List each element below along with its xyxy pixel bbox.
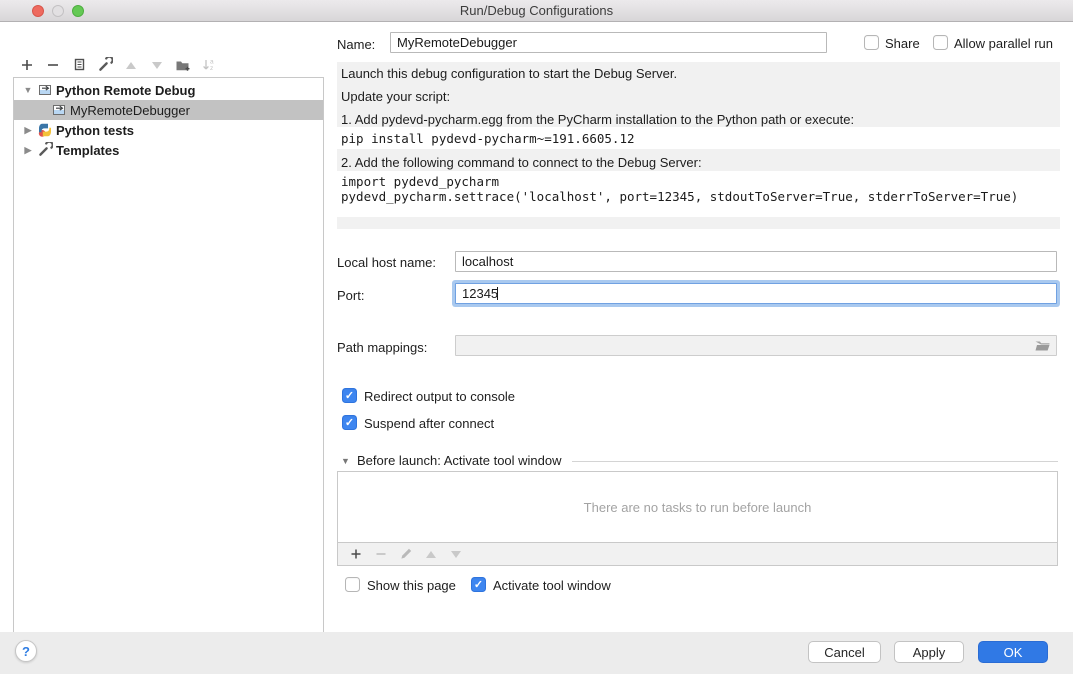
- add-icon: [19, 57, 35, 73]
- edit-wrench-icon: [97, 57, 113, 73]
- configurations-toolbar: az: [14, 53, 222, 77]
- svg-text:z: z: [210, 65, 213, 72]
- before-launch-collapse-icon[interactable]: ▼: [341, 456, 350, 466]
- tree-item-python-tests[interactable]: ▶ Python tests: [14, 120, 323, 140]
- create-folder-button[interactable]: [170, 54, 196, 76]
- browse-folder-button[interactable]: [1034, 338, 1051, 358]
- chevron-down-icon[interactable]: ▼: [20, 85, 36, 95]
- name-input[interactable]: [390, 32, 827, 53]
- task-down-icon: [451, 551, 461, 558]
- tree-item-python-remote-debug[interactable]: ▼ Python Remote Debug: [14, 80, 323, 100]
- tree-item-templates[interactable]: ▶ Templates: [14, 140, 323, 160]
- open-folder-icon: [1034, 340, 1051, 357]
- task-up-button[interactable]: [418, 544, 443, 564]
- tree-item-myremotedebugger[interactable]: MyRemoteDebugger: [14, 100, 323, 120]
- wrench-icon: [36, 142, 54, 158]
- apply-button[interactable]: Apply: [894, 641, 964, 663]
- move-down-icon: [152, 62, 162, 69]
- cancel-button-label: Cancel: [824, 645, 864, 660]
- before-launch-title: Before launch: Activate tool window: [357, 453, 562, 468]
- dialog-footer: ? Cancel Apply OK: [0, 632, 1073, 674]
- edit-task-icon: [399, 547, 413, 561]
- configurations-tree: ▼ Python Remote Debug MyRemoteDebugger ▶…: [13, 77, 324, 650]
- instruction-line: Launch this debug configuration to start…: [341, 66, 677, 81]
- check-icon: ✓: [345, 416, 354, 429]
- section-divider: [572, 461, 1058, 462]
- sort-icon: az: [201, 57, 217, 73]
- add-task-button[interactable]: [343, 544, 368, 564]
- tree-item-label: Templates: [56, 143, 119, 158]
- activate-tool-window-label: Activate tool window: [493, 578, 611, 593]
- dialog-body: az ▼ Python Remote Debug MyRemoteDebugge…: [0, 22, 1073, 632]
- copy-icon: [71, 57, 87, 73]
- instruction-line: Update your script:: [341, 89, 450, 104]
- sort-configurations-button[interactable]: az: [196, 54, 222, 76]
- code-text: pydevd_pycharm.settrace('localhost', por…: [337, 189, 1060, 204]
- code-text: import pydevd_pycharm: [337, 174, 1060, 189]
- run-config-icon: [50, 102, 68, 118]
- copy-configuration-button[interactable]: [66, 54, 92, 76]
- code-snippet-settrace: import pydevd_pycharm pydevd_pycharm.set…: [337, 171, 1060, 217]
- path-mappings-input[interactable]: [455, 335, 1057, 356]
- path-mappings-label: Path mappings:: [337, 340, 427, 355]
- code-snippet-pip-install: pip install pydevd-pycharm~=191.6605.12: [337, 127, 1060, 149]
- local-host-name-label: Local host name:: [337, 255, 436, 270]
- allow-parallel-run-checkbox[interactable]: [933, 35, 948, 50]
- local-host-name-input[interactable]: [455, 251, 1057, 272]
- apply-button-label: Apply: [913, 645, 946, 660]
- add-configuration-button[interactable]: [14, 54, 40, 76]
- new-folder-icon: [175, 57, 192, 73]
- instruction-step1: 1. Add pydevd-pycharm.egg from the PyCha…: [341, 112, 854, 127]
- empty-tasks-message: There are no tasks to run before launch: [584, 500, 812, 515]
- remove-configuration-button[interactable]: [40, 54, 66, 76]
- task-up-icon: [426, 551, 436, 558]
- tree-item-label: MyRemoteDebugger: [70, 103, 190, 118]
- chevron-right-icon[interactable]: ▶: [20, 125, 36, 136]
- port-input[interactable]: [455, 283, 1057, 304]
- titlebar: Run/Debug Configurations: [0, 0, 1073, 22]
- port-label: Port:: [337, 288, 364, 303]
- move-up-icon: [126, 62, 136, 69]
- redirect-output-label: Redirect output to console: [364, 389, 515, 404]
- remove-icon: [45, 57, 61, 73]
- edit-defaults-button[interactable]: [92, 54, 118, 76]
- before-launch-task-list[interactable]: There are no tasks to run before launch: [337, 471, 1058, 543]
- show-this-page-label: Show this page: [367, 578, 456, 593]
- help-button[interactable]: ?: [15, 640, 37, 662]
- ok-button[interactable]: OK: [978, 641, 1048, 663]
- suspend-after-connect-checkbox[interactable]: ✓: [342, 415, 357, 430]
- remove-task-button[interactable]: [368, 544, 393, 564]
- chevron-right-icon[interactable]: ▶: [20, 145, 36, 156]
- check-icon: ✓: [474, 578, 483, 591]
- edit-task-button[interactable]: [393, 544, 418, 564]
- activate-tool-window-checkbox[interactable]: ✓: [471, 577, 486, 592]
- task-down-button[interactable]: [443, 544, 468, 564]
- tree-item-label: Python Remote Debug: [56, 83, 195, 98]
- help-question-icon: ?: [22, 644, 30, 659]
- python-icon: [36, 122, 54, 138]
- instructions-block: Launch this debug configuration to start…: [337, 62, 1060, 229]
- allow-parallel-run-label: Allow parallel run: [954, 36, 1053, 51]
- ok-button-label: OK: [1004, 645, 1023, 660]
- share-checkbox[interactable]: [864, 35, 879, 50]
- instruction-step2: 2. Add the following command to connect …: [341, 155, 702, 170]
- name-label: Name:: [337, 37, 375, 52]
- redirect-output-checkbox[interactable]: ✓: [342, 388, 357, 403]
- move-down-button[interactable]: [144, 54, 170, 76]
- suspend-after-connect-label: Suspend after connect: [364, 416, 494, 431]
- add-task-icon: [349, 547, 363, 561]
- code-text: pip install pydevd-pycharm~=191.6605.12: [337, 131, 635, 146]
- remove-task-icon: [374, 547, 388, 561]
- text-cursor: [497, 287, 498, 300]
- window-title: Run/Debug Configurations: [0, 3, 1073, 18]
- share-label: Share: [885, 36, 920, 51]
- show-this-page-checkbox[interactable]: [345, 577, 360, 592]
- tree-item-label: Python tests: [56, 123, 134, 138]
- cancel-button[interactable]: Cancel: [808, 641, 881, 663]
- move-up-button[interactable]: [118, 54, 144, 76]
- check-icon: ✓: [345, 389, 354, 402]
- task-list-toolbar: [337, 543, 1058, 566]
- run-config-icon: [36, 82, 54, 98]
